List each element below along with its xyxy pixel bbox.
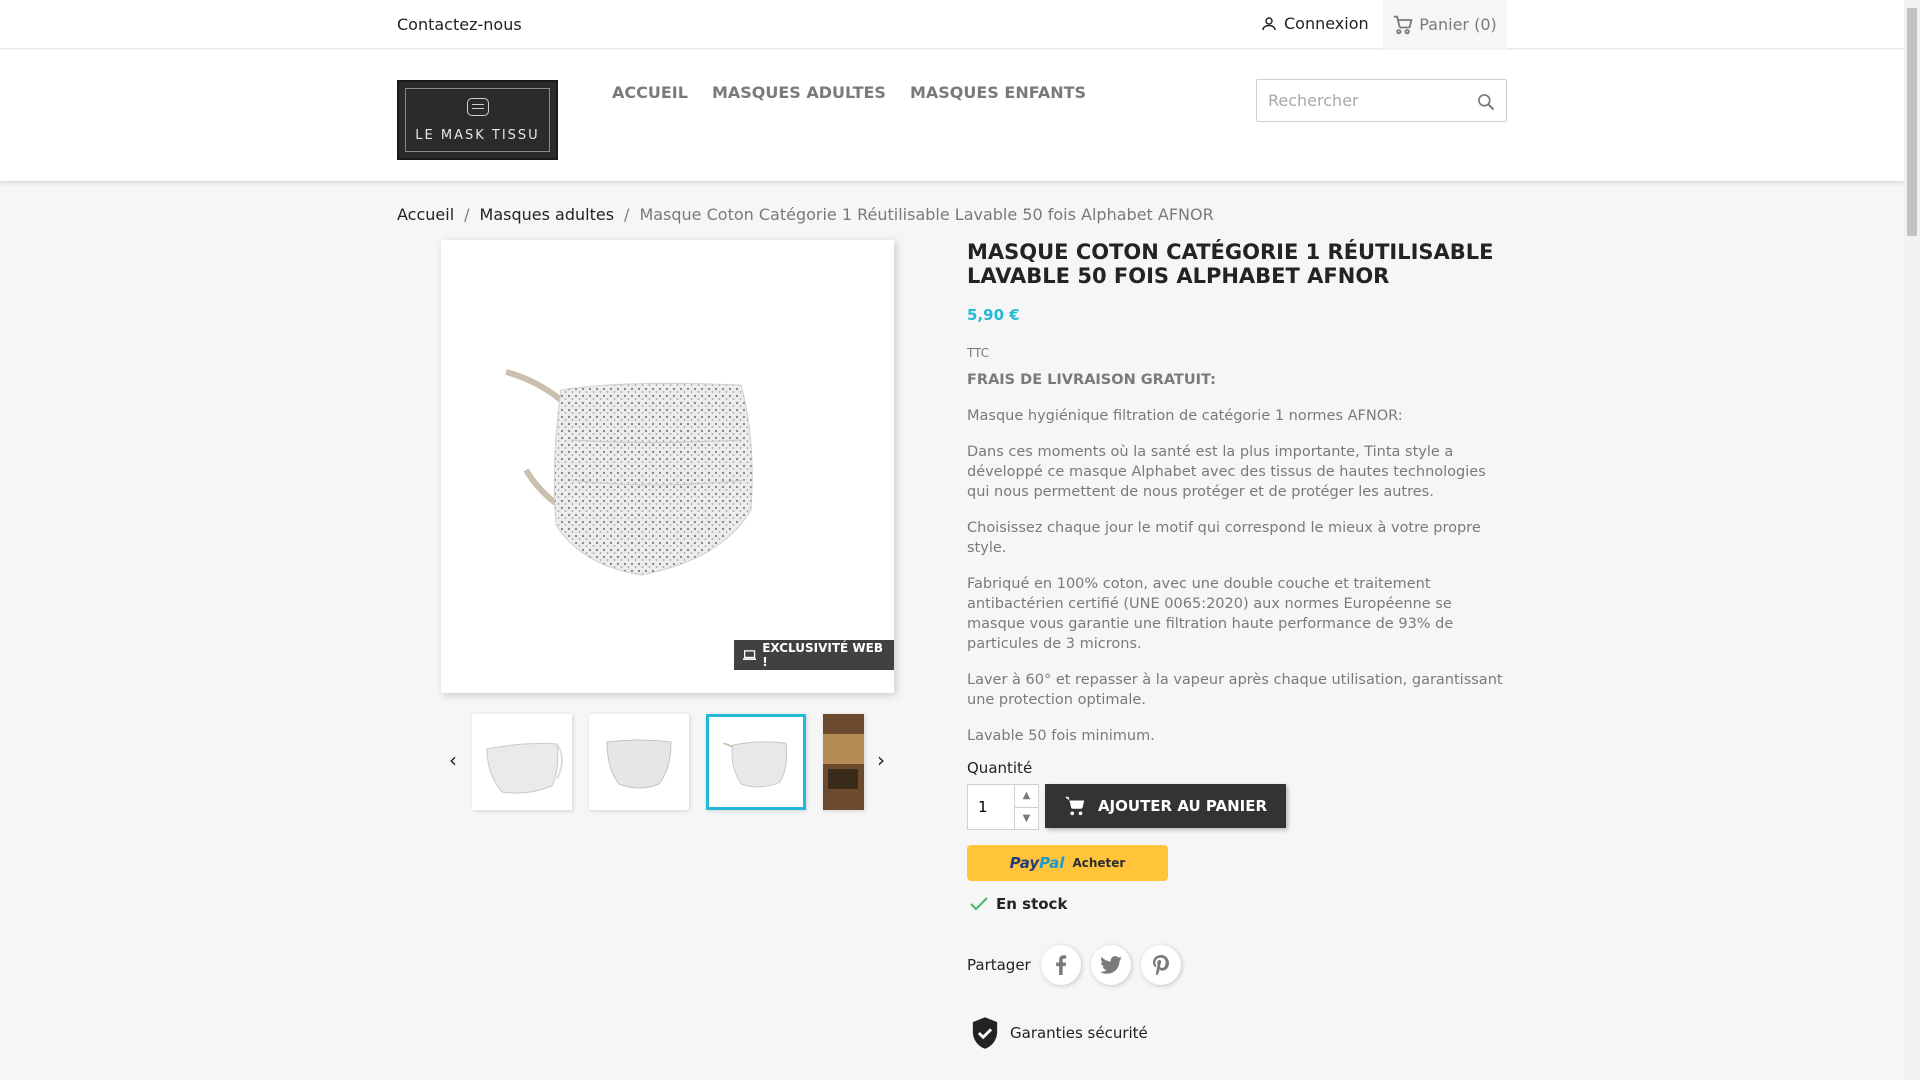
- pinterest-share-button[interactable]: [1140, 945, 1181, 985]
- add-to-cart-button[interactable]: Ajouter au panier: [1045, 784, 1286, 828]
- description-paragraph: Lavable 50 fois minimum.: [967, 728, 1155, 744]
- login-link[interactable]: Connexion: [1260, 14, 1369, 33]
- description-paragraph: Fabriqué en 100% coton, avec une double …: [967, 576, 1454, 652]
- thumbnail[interactable]: [823, 714, 864, 810]
- mask-logo-icon: [466, 97, 489, 116]
- web-exclusive-badge: EXCLUSIVITÉ WEB !: [734, 640, 894, 670]
- security-guarantee: Garanties sécurité: [970, 1016, 1148, 1050]
- twitter-icon: [1099, 956, 1122, 974]
- product-info: Masque Coton Catégorie 1 Réutilisable La…: [967, 240, 1507, 762]
- security-label: Garanties sécurité: [1010, 1024, 1148, 1042]
- product-price: 5,90 €: [967, 306, 1020, 324]
- breadcrumb: Accueil / Masques adultes / Masque Coton…: [397, 205, 1214, 224]
- paypal-logo-pay: Pay: [1009, 854, 1040, 872]
- thumbnail[interactable]: [472, 714, 572, 810]
- breadcrumb-masques-adultes[interactable]: Masques adultes: [480, 205, 615, 224]
- stock-label: En stock: [996, 895, 1068, 913]
- laptop-icon: [743, 650, 757, 660]
- search-box: [1256, 79, 1507, 122]
- stock-status: En stock: [970, 895, 1067, 913]
- check-icon: [970, 897, 988, 911]
- breadcrumb-current: Masque Coton Catégorie 1 Réutilisable La…: [639, 205, 1214, 224]
- product-description: FRAIS DE LIVRAISON GRATUIT: Masque hygié…: [967, 370, 1507, 746]
- user-icon: [1262, 16, 1276, 30]
- main-nav: Accueil Masques adultes Masques enfants: [612, 83, 1086, 102]
- cart-button[interactable]: Panier (0): [1383, 0, 1507, 49]
- scrollbar-thumb[interactable]: [1907, 8, 1917, 236]
- mask-product-illustration: [505, 369, 753, 576]
- paypal-buy-label: Acheter: [1072, 856, 1126, 870]
- description-paragraph: Masque hygiénique filtration de catégori…: [967, 408, 1403, 424]
- contact-link[interactable]: Contactez-nous: [397, 15, 522, 34]
- pinterest-icon: [1152, 955, 1169, 975]
- share-label: Partager: [967, 956, 1031, 974]
- facebook-icon: [1055, 955, 1066, 975]
- product-main-image[interactable]: EXCLUSIVITÉ WEB !: [441, 240, 894, 693]
- nav-item-accueil[interactable]: Accueil: [612, 83, 688, 102]
- page-scrollbar[interactable]: [1904, 0, 1920, 1080]
- thumbnail-carousel: ‹ ›: [441, 712, 894, 812]
- paypal-logo-pal: Pal: [1039, 854, 1065, 872]
- description-paragraph: FRAIS DE LIVRAISON GRATUIT:: [967, 372, 1216, 388]
- mask-thumbnail-icon: [486, 743, 563, 794]
- cart-icon: [1394, 15, 1413, 34]
- chevron-up-icon[interactable]: ▲: [1015, 785, 1038, 808]
- search-input[interactable]: [1257, 80, 1457, 121]
- quantity-input[interactable]: [968, 785, 1014, 829]
- share-section: Partager: [967, 945, 1181, 985]
- cart-label: Panier (0): [1419, 15, 1497, 34]
- login-label: Connexion: [1284, 14, 1369, 33]
- description-paragraph: Dans ces moments où la santé est la plus…: [967, 444, 1486, 500]
- breadcrumb-accueil[interactable]: Accueil: [397, 205, 454, 224]
- breadcrumb-separator: /: [464, 205, 470, 224]
- lifestyle-thumbnail-icon: [823, 714, 864, 810]
- site-logo[interactable]: LE MASK TISSU: [397, 80, 558, 160]
- description-paragraph: Choisissez chaque jour le motif qui corr…: [967, 520, 1481, 556]
- site-header: LE MASK TISSU Accueil Masques adultes Ma…: [0, 50, 1904, 181]
- cart-icon: [1064, 796, 1085, 816]
- breadcrumb-separator: /: [624, 205, 630, 224]
- top-bar: Contactez-nous Connexion Panier (0): [0, 0, 1904, 49]
- twitter-share-button[interactable]: [1090, 945, 1131, 985]
- add-to-cart-label: Ajouter au panier: [1097, 797, 1268, 815]
- quantity-spinner: ▲ ▼: [1014, 785, 1038, 829]
- description-paragraph: Laver à 60° et repasser à la vapeur aprè…: [967, 672, 1503, 708]
- chevron-down-icon[interactable]: ▼: [1015, 808, 1038, 830]
- product-title: Masque Coton Catégorie 1 Réutilisable La…: [967, 240, 1494, 288]
- chevron-left-icon[interactable]: ‹: [449, 748, 457, 772]
- badge-label: EXCLUSIVITÉ WEB !: [762, 641, 883, 669]
- nav-item-masques-adultes[interactable]: Masques adultes: [712, 83, 886, 102]
- mask-thumbnail-icon: [722, 741, 788, 788]
- search-icon[interactable]: [1476, 92, 1496, 112]
- paypal-button[interactable]: Pay Pal Acheter: [967, 845, 1168, 881]
- chevron-right-icon[interactable]: ›: [877, 748, 885, 772]
- quantity-stepper: ▲ ▼: [967, 784, 1039, 830]
- quantity-label: Quantité: [967, 759, 1033, 777]
- nav-item-masques-enfants[interactable]: Masques enfants: [910, 83, 1086, 102]
- thumbnail[interactable]: [589, 714, 689, 810]
- facebook-share-button[interactable]: [1040, 945, 1081, 985]
- shield-check-icon: [972, 1017, 998, 1049]
- thumbnail-selected[interactable]: [706, 714, 806, 810]
- mask-thumbnail-icon: [606, 739, 672, 789]
- tax-label: TTC: [967, 346, 990, 360]
